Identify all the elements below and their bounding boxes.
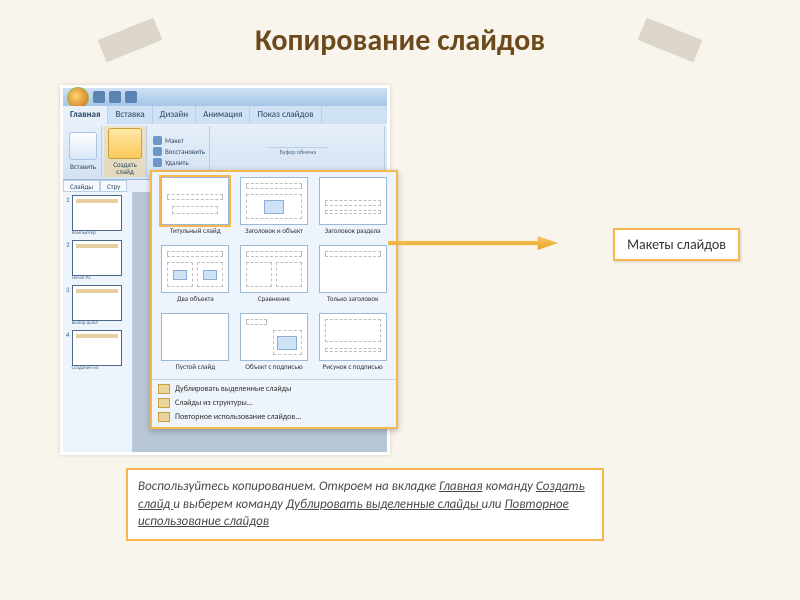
tab-design[interactable]: Дизайн (153, 106, 196, 124)
thumb-num: 2 (66, 240, 70, 281)
instr-underline: Главная (439, 479, 483, 494)
reset-label: Восстановить (165, 147, 205, 156)
undo-icon[interactable] (109, 91, 121, 103)
clipboard-label: Буфер обмена (267, 147, 329, 156)
duplicate-icon (158, 384, 170, 394)
layout-command[interactable]: Макет (153, 136, 205, 145)
redo-icon[interactable] (125, 91, 137, 103)
paste-button[interactable] (69, 132, 97, 160)
layout-label: Заголовок и объект (245, 227, 303, 241)
slide-thumb-1[interactable]: 1 Компьютер (66, 195, 129, 236)
outline-label: Слайды из структуры... (175, 398, 253, 408)
thumb-num: 3 (66, 285, 70, 326)
layout-label: Объект с подписью (245, 363, 302, 377)
ribbon-tabs: Главная Вставка Дизайн Анимация Показ сл… (63, 106, 387, 124)
duplicate-slides-command[interactable]: Дублировать выделенные слайды (156, 383, 392, 395)
layout-gallery: Титульный слайд Заголовок и объект Загол… (150, 170, 398, 429)
layout-icon (153, 136, 162, 145)
save-icon[interactable] (93, 91, 105, 103)
thumb-label: Выбор шабл (72, 321, 122, 326)
layout-label: Заголовок раздела (325, 227, 381, 241)
thumbnail-pane: 1 Компьютер 2 Начал Ра 3 Выбор шабл 4 Со… (63, 192, 133, 452)
clipboard-group: Вставить (65, 126, 102, 177)
layout-label: Только заголовок (327, 295, 378, 309)
reset-command[interactable]: Восстановить (153, 147, 205, 156)
instruction-box: Воспользуйтесь копированием. Откроем на … (126, 468, 604, 541)
slides-from-outline-command[interactable]: Слайды из структуры... (156, 397, 392, 409)
delete-label: Удалить (165, 158, 189, 167)
thumb-label: Создание но (72, 366, 122, 371)
layout-blank[interactable]: Пустой слайд (158, 313, 233, 377)
slide-thumb-3[interactable]: 3 Выбор шабл (66, 285, 129, 326)
reuse-label: Повторное использование слайдов... (175, 412, 301, 422)
reuse-icon (158, 412, 170, 422)
gallery-footer: Дублировать выделенные слайды Слайды из … (152, 379, 396, 427)
outline-icon (158, 398, 170, 408)
thumb-label: Компьютер (72, 231, 122, 236)
layouts-grid: Титульный слайд Заголовок и объект Загол… (152, 172, 396, 379)
arrow-icon (388, 236, 558, 250)
layout-content-caption[interactable]: Объект с подписью (237, 313, 312, 377)
instr-underline: Дублировать выделенные слайды (286, 497, 482, 512)
layout-title-slide[interactable]: Титульный слайд (158, 177, 233, 241)
slide-thumb-4[interactable]: 4 Создание но (66, 330, 129, 371)
layout-label: Сравнение (258, 295, 290, 309)
thumb-label: Начал Ра (72, 276, 122, 281)
paste-label: Вставить (70, 162, 96, 171)
layout-label: Макет (165, 136, 184, 145)
delete-command[interactable]: Удалить (153, 158, 205, 167)
tab-home[interactable]: Главная (63, 106, 108, 124)
layout-label: Пустой слайд (175, 363, 215, 377)
tab-animation[interactable]: Анимация (196, 106, 250, 124)
instr-text: и выберем команду (173, 497, 286, 512)
layout-label: Два объекта (177, 295, 214, 309)
reset-icon (153, 147, 162, 156)
instr-text: или (481, 497, 504, 512)
quick-access-toolbar (63, 88, 387, 106)
slide-thumb-2[interactable]: 2 Начал Ра (66, 240, 129, 281)
layout-comparison[interactable]: Сравнение (237, 245, 312, 309)
panel-tab-outline[interactable]: Стру (100, 180, 127, 192)
slides-group: Создать слайд (104, 126, 147, 177)
layout-label: Рисунок с подписью (323, 363, 383, 377)
new-slide-button[interactable] (108, 128, 142, 159)
layout-title-only[interactable]: Только заголовок (315, 245, 390, 309)
layout-two-content[interactable]: Два объекта (158, 245, 233, 309)
duplicate-label: Дублировать выделенные слайды (175, 384, 291, 394)
thumb-num: 4 (66, 330, 70, 371)
new-slide-label: Создать слайд (113, 161, 137, 175)
layout-label: Титульный слайд (170, 227, 221, 241)
delete-icon (153, 158, 162, 167)
tab-slideshow[interactable]: Показ слайдов (250, 106, 321, 124)
panel-tab-slides[interactable]: Слайды (63, 180, 100, 192)
reuse-slides-command[interactable]: Повторное использование слайдов... (156, 411, 392, 423)
layout-section-header[interactable]: Заголовок раздела (315, 177, 390, 241)
layout-title-content[interactable]: Заголовок и объект (237, 177, 312, 241)
tab-insert[interactable]: Вставка (108, 106, 152, 124)
instr-text: команду (483, 479, 536, 494)
instr-text: Воспользуйтесь копированием. Откроем на … (138, 479, 439, 494)
layout-picture-caption[interactable]: Рисунок с подписью (315, 313, 390, 377)
callout-slide-layouts: Макеты слайдов (613, 228, 740, 261)
thumb-num: 1 (66, 195, 70, 236)
